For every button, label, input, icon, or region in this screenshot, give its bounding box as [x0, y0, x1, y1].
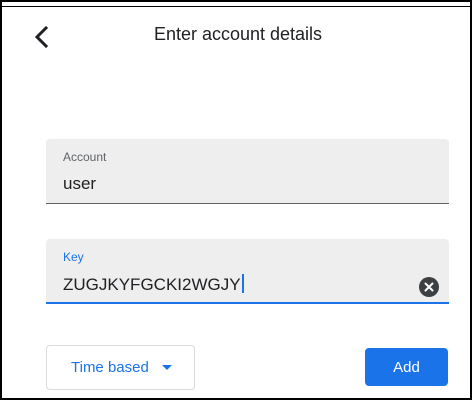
clear-key-button[interactable] — [419, 277, 439, 297]
app-window: Enter account details Account user Key Z… — [0, 0, 472, 400]
dropdown-arrow-icon — [161, 365, 172, 370]
account-input[interactable]: user — [63, 174, 96, 194]
page-title: Enter account details — [153, 24, 323, 44]
top-border — [2, 2, 470, 7]
account-label: Account — [63, 150, 107, 164]
key-field[interactable]: Key ZUGJKYFGCKI2WGJY — [46, 239, 449, 304]
key-type-dropdown[interactable]: Time based — [46, 345, 195, 390]
key-label: Key — [63, 250, 84, 264]
text-cursor — [241, 274, 244, 293]
clear-icon — [424, 282, 434, 292]
add-button[interactable]: Add — [365, 348, 448, 386]
key-input[interactable]: ZUGJKYFGCKI2WGJY — [63, 274, 244, 295]
account-field[interactable]: Account user — [46, 139, 449, 204]
key-type-label: Time based — [71, 359, 149, 376]
key-value: ZUGJKYFGCKI2WGJY — [63, 275, 241, 294]
